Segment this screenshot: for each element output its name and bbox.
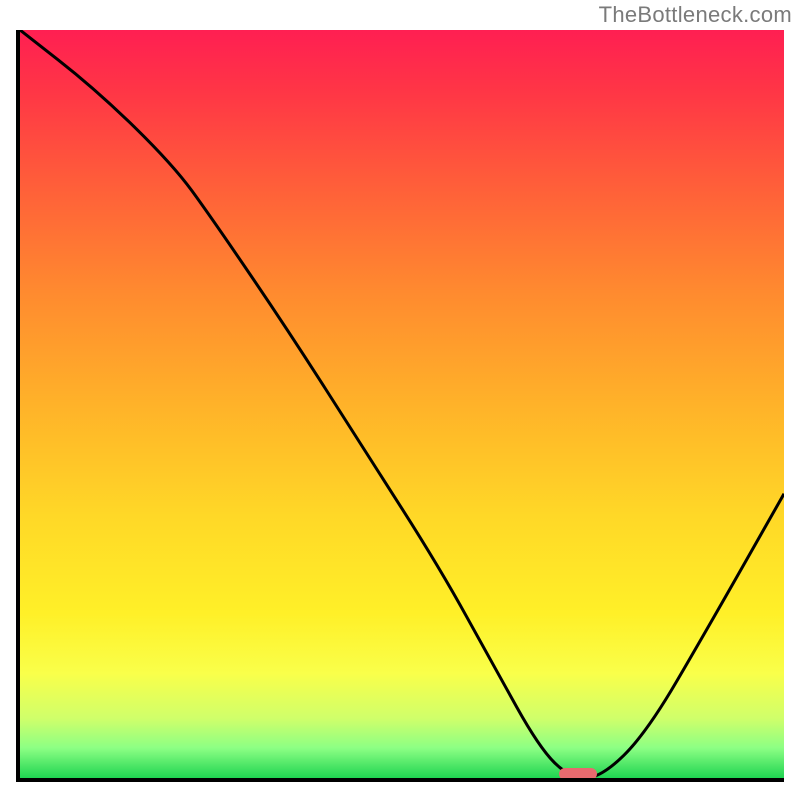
watermark-text: TheBottleneck.com <box>599 2 792 28</box>
bottleneck-curve <box>20 30 784 778</box>
chart-container: TheBottleneck.com <box>0 0 800 800</box>
optimal-range-marker <box>559 768 597 780</box>
plot-area <box>16 30 784 782</box>
curve-path <box>20 30 784 778</box>
